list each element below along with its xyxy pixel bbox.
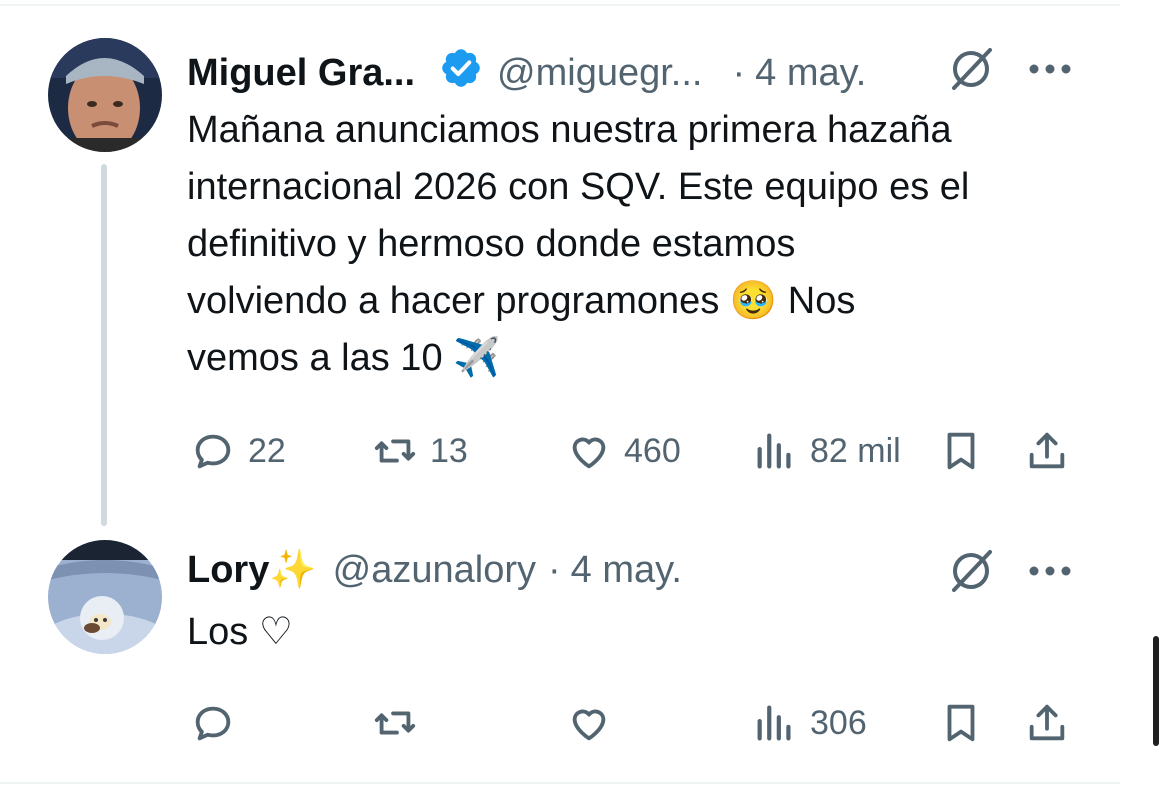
comment-icon	[195, 706, 231, 741]
views-count: 82 mil	[810, 431, 901, 470]
retweet-icon	[374, 439, 416, 463]
bookmark-button[interactable]	[938, 428, 984, 474]
more-icon[interactable]	[1028, 62, 1072, 76]
heart-icon	[572, 437, 606, 469]
views-icon	[757, 705, 791, 741]
like-count: 460	[624, 431, 681, 470]
tweet-text-line: volviendo a hacer programones 🥹 Nos	[187, 280, 856, 322]
reply-button[interactable]: 22	[190, 428, 286, 474]
more-icon[interactable]	[1028, 564, 1072, 578]
author-name[interactable]: Lory✨	[187, 548, 317, 592]
thread-line	[101, 164, 107, 526]
tweet-date[interactable]: 4 may.	[755, 52, 866, 95]
top-divider	[0, 4, 1120, 6]
separator-dot: ·	[548, 548, 561, 591]
tweet-text-line: Los ♡	[187, 611, 293, 653]
tweet-header: Miguel Gra... @miguegr... · 4 may.	[187, 46, 866, 100]
tweet-header: Lory✨ @azunalory · 4 may.	[187, 548, 682, 592]
tweet-date[interactable]: 4 may.	[571, 549, 682, 592]
tweet-text-line: internacional 2026 con SQV. Este equipo …	[187, 166, 970, 208]
tweet-text-line: definitivo y hermoso donde estamos	[187, 223, 796, 265]
comment-icon	[195, 434, 231, 469]
separator-dot: ·	[732, 51, 746, 94]
reply-button[interactable]	[190, 700, 236, 746]
retweet-button[interactable]: 13	[372, 428, 468, 474]
grok-icon[interactable]	[946, 546, 996, 596]
bookmark-icon	[947, 704, 975, 742]
share-button[interactable]	[1024, 700, 1070, 746]
views-button[interactable]: 82 mil	[752, 428, 901, 474]
bookmark-button[interactable]	[938, 700, 984, 746]
share-icon	[1029, 432, 1065, 469]
avatar[interactable]	[48, 540, 162, 654]
like-button[interactable]: 460	[566, 428, 681, 474]
heart-icon	[572, 709, 606, 741]
bottom-divider	[0, 782, 1120, 784]
tweet-text: Mañana anunciamos nuestra primera hazaña…	[187, 102, 969, 387]
avatar[interactable]	[48, 38, 162, 152]
bookmark-icon	[947, 432, 975, 470]
reply-count: 22	[248, 431, 286, 470]
views-button[interactable]: 306	[752, 700, 867, 746]
tweet-text-line: vemos a las 10 ✈️	[187, 337, 501, 379]
scrollbar[interactable]	[1153, 636, 1159, 746]
share-button[interactable]	[1024, 428, 1070, 474]
tweet-text-line: Mañana anunciamos nuestra primera hazaña	[187, 109, 952, 151]
author-handle[interactable]: @azunalory	[333, 549, 536, 592]
tweet-text: Los ♡	[187, 604, 293, 661]
views-count: 306	[810, 703, 867, 742]
retweet-button[interactable]	[372, 700, 418, 746]
views-icon	[757, 433, 791, 469]
share-icon	[1029, 704, 1065, 741]
author-name[interactable]: Miguel Gra...	[187, 52, 415, 95]
like-button[interactable]	[566, 700, 612, 746]
grok-icon[interactable]	[946, 44, 996, 94]
author-handle[interactable]: @miguegr...	[497, 52, 702, 95]
retweet-count: 13	[430, 431, 468, 470]
verified-icon	[439, 46, 483, 100]
retweet-icon	[374, 711, 416, 735]
